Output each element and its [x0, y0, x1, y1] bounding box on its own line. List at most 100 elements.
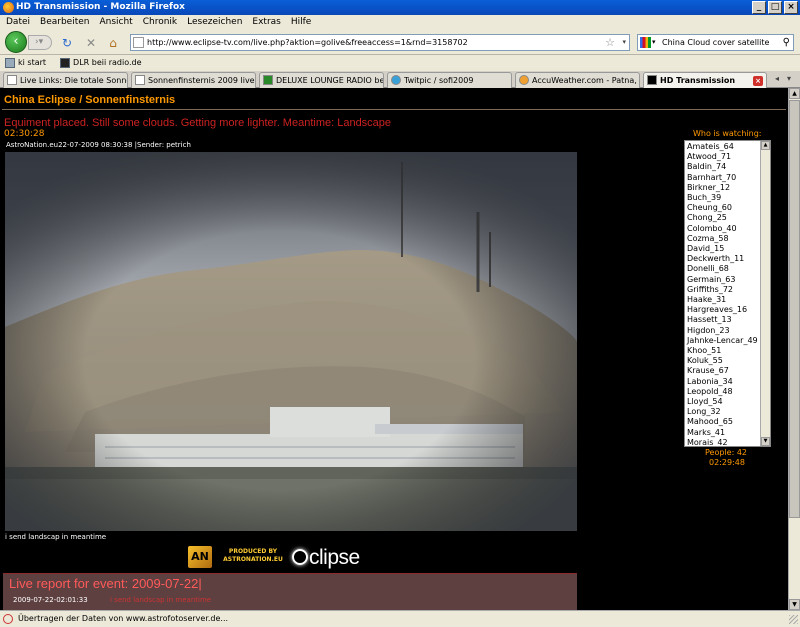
url-bar[interactable]: http://www.eclipse-tv.com/live.php?aktio… — [130, 34, 630, 51]
watcher-item[interactable]: Morais_42 — [687, 438, 759, 446]
tab-scroll-icon[interactable]: ◂ — [775, 74, 779, 83]
status-text: Übertragen der Daten von www.astrofotose… — [18, 614, 229, 623]
watcher-item[interactable]: Birkner_12 — [687, 183, 759, 193]
tab-sonnenfinsternis[interactable]: Sonnenfinsternis 2009 live — [131, 72, 256, 88]
tab-list-icon[interactable]: ▾ — [787, 74, 791, 83]
watcher-item[interactable]: Hassett_13 — [687, 315, 759, 325]
watcher-item[interactable]: Higdon_23 — [687, 326, 759, 336]
scroll-down-icon[interactable]: ▼ — [761, 437, 770, 446]
menu-lesezeichen[interactable]: Lesezeichen — [187, 15, 242, 30]
watcher-item[interactable]: Cozma_58 — [687, 234, 759, 244]
page-icon — [7, 75, 17, 85]
watcher-item[interactable]: Barnhart_70 — [687, 173, 759, 183]
url-dropdown-icon[interactable]: ▾ — [622, 35, 626, 50]
divider — [2, 109, 786, 110]
watcher-item[interactable]: Griffiths_72 — [687, 285, 759, 295]
scroll-down-icon[interactable]: ▼ — [789, 599, 800, 610]
tab-deluxe-lounge[interactable]: DELUXE LOUNGE RADIO bei ... — [259, 72, 384, 88]
watcher-item[interactable]: Germain_63 — [687, 275, 759, 285]
ticker-time: 02:30:28 — [4, 129, 45, 139]
status-bar: Übertragen der Daten von www.astrofotose… — [0, 610, 800, 627]
live-report-title: Live report for event: 2009-07-22| — [9, 576, 202, 591]
tab-twitpic[interactable]: Twitpic / sofi2009 — [387, 72, 512, 88]
watcher-item[interactable]: Leopold_48 — [687, 387, 759, 397]
watcher-item[interactable]: David_15 — [687, 244, 759, 254]
watcher-item[interactable]: Haake_31 — [687, 295, 759, 305]
search-engine-dropdown-icon[interactable]: ▾ — [652, 35, 656, 50]
watcher-item[interactable]: Cheung_60 — [687, 203, 759, 213]
scroll-thumb[interactable] — [789, 100, 800, 518]
page-icon — [647, 75, 657, 85]
home-icon[interactable]: ⌂ — [106, 36, 120, 50]
watcher-item[interactable]: Lloyd_54 — [687, 397, 759, 407]
google-icon[interactable] — [640, 37, 651, 48]
search-text: China Cloud cover satellite — [662, 38, 770, 47]
close-window-button[interactable]: × — [784, 1, 798, 14]
watcher-item[interactable]: Atwood_71 — [687, 152, 759, 162]
menu-extras[interactable]: Extras — [252, 15, 280, 30]
stop-icon[interactable]: ✕ — [84, 36, 98, 50]
produced-by-label: PRODUCED BY ASTRONATION.EU — [223, 548, 283, 563]
bookmark-dlr-radio[interactable]: DLR beii radio.de — [60, 55, 142, 71]
scroll-up-icon[interactable]: ▲ — [789, 88, 800, 99]
sponsor-logos: AN PRODUCED BY ASTRONATION.EU clipse cit… — [188, 544, 393, 597]
watcher-item[interactable]: Labonia_34 — [687, 377, 759, 387]
search-icon[interactable]: ⚲ — [783, 35, 790, 50]
search-box[interactable]: ▾ China Cloud cover satellite ⚲ — [637, 34, 794, 51]
reload-icon[interactable]: ↻ — [60, 36, 74, 50]
menu-hilfe[interactable]: Hilfe — [291, 15, 311, 30]
navigation-toolbar: ‹ ›▾ ↻ ✕ ⌂ http://www.eclipse-tv.com/liv… — [0, 30, 800, 55]
astronation-logo[interactable]: AN — [188, 546, 212, 568]
tab-live-links[interactable]: Live Links: Die totale Sonnen... — [3, 72, 128, 88]
watcher-item[interactable]: Krause_67 — [687, 366, 759, 376]
menu-ansicht[interactable]: Ansicht — [99, 15, 132, 30]
back-button[interactable]: ‹ — [5, 31, 27, 53]
tab-hd-transmission[interactable]: HD Transmission × — [643, 72, 767, 89]
watcher-item[interactable]: Marks_41 — [687, 428, 759, 438]
status-icon — [3, 614, 13, 624]
watcher-item[interactable]: Chong_25 — [687, 213, 759, 223]
eclipse-ring-icon — [292, 548, 308, 565]
page-scrollbar[interactable]: ▲ ▼ — [788, 88, 800, 610]
forward-button[interactable]: ›▾ — [28, 35, 52, 50]
live-report-panel: Live report for event: 2009-07-22| 2009-… — [3, 573, 577, 610]
bookmark-star-icon[interactable]: ☆ — [605, 35, 615, 50]
menu-bearbeiten[interactable]: Bearbeiten — [40, 15, 89, 30]
minimize-button[interactable]: _ — [752, 1, 766, 14]
watchers-names: Amateis_64 Atwood_71 Baldin_74 Barnhart_70 B… — [687, 142, 759, 446]
menu-datei[interactable]: Datei — [6, 15, 30, 30]
twitpic-icon — [391, 75, 401, 85]
scroll-up-icon[interactable]: ▲ — [761, 141, 770, 150]
watcher-item[interactable]: Mahood_65 — [687, 417, 759, 427]
live-camera-image — [5, 152, 577, 531]
title-bar: HD Transmission - Mozilla Firefox _ □ × — [0, 0, 800, 15]
news-ticker: Equiment placed. Still some clouds. Gett… — [4, 117, 392, 129]
window-title: HD Transmission - Mozilla Firefox — [16, 2, 185, 12]
watcher-item[interactable]: Khoo_51 — [687, 346, 759, 356]
watcher-item[interactable]: Hargreaves_16 — [687, 305, 759, 315]
maximize-button[interactable]: □ — [768, 1, 782, 14]
resize-grip[interactable] — [789, 615, 798, 624]
watcher-item[interactable]: Long_32 — [687, 407, 759, 417]
watcher-item[interactable]: Donelli_68 — [687, 264, 759, 274]
watchers-scrollbar[interactable]: ▲ ▼ — [760, 141, 770, 446]
watcher-item[interactable]: Jahnke-Lencar_49 — [687, 336, 759, 346]
url-text: http://www.eclipse-tv.com/live.php?aktio… — [147, 38, 468, 47]
watcher-item[interactable]: Amateis_64 — [687, 142, 759, 152]
who-is-watching-title: Who is watching: — [693, 129, 762, 138]
watcher-item[interactable]: Deckwerth_11 — [687, 254, 759, 264]
watcher-item[interactable]: Koluk_55 — [687, 356, 759, 366]
watchers-time: 02:29:48 — [709, 458, 745, 467]
tab-bar: Live Links: Die totale Sonnen... Sonnenf… — [0, 71, 800, 89]
tab-accuweather[interactable]: AccuWeather.com - Patna, I... — [515, 72, 640, 88]
camera-caption: i send landscap in meantime — [5, 533, 107, 541]
page-icon — [135, 75, 145, 85]
watcher-item[interactable]: Baldin_74 — [687, 162, 759, 172]
bookmark-icon — [60, 58, 71, 68]
watcher-item[interactable]: Buch_39 — [687, 193, 759, 203]
close-tab-icon[interactable]: × — [753, 76, 763, 86]
menu-chronik[interactable]: Chronik — [143, 15, 177, 30]
watchers-list[interactable]: Amateis_64 Atwood_71 Baldin_74 Barnhart_70 B… — [684, 140, 771, 447]
watcher-item[interactable]: Colombo_40 — [687, 224, 759, 234]
bookmark-ki-start[interactable]: ki start — [5, 55, 46, 71]
